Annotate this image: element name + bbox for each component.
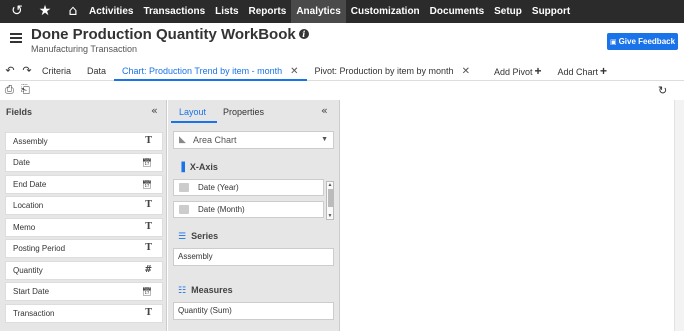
recent-icon[interactable]: ↺ bbox=[6, 0, 28, 23]
scroll-up-icon[interactable]: ▲ bbox=[327, 182, 333, 188]
calendar-icon: 📅︎ bbox=[141, 158, 152, 167]
workbook-tabs-bar: ↶ ↷ Criteria Data Chart: Production Tren… bbox=[0, 61, 684, 81]
redo-icon[interactable]: ↷ bbox=[20, 64, 34, 77]
calendar-icon: 📅︎ bbox=[141, 287, 152, 296]
field-item-start-date[interactable]: Start Date 📅︎ bbox=[5, 282, 163, 301]
xaxis-section-title: ▐ X-Axis bbox=[178, 162, 218, 173]
tab-criteria[interactable]: Criteria bbox=[34, 61, 79, 81]
page-scrollbar[interactable] bbox=[674, 100, 684, 331]
field-item-assembly[interactable]: Assembly T bbox=[5, 132, 163, 151]
number-type-icon: # bbox=[144, 265, 152, 275]
field-item-memo[interactable]: Memo T bbox=[5, 218, 163, 237]
nav-lists[interactable]: Lists bbox=[210, 0, 243, 23]
xaxis-item-date-month[interactable]: Date (Month) bbox=[173, 201, 324, 218]
chart-type-select[interactable]: ◣ Area Chart ▼ bbox=[173, 131, 334, 149]
tab-chart[interactable]: Chart: Production Trend by item - month ✕ bbox=[114, 61, 307, 81]
measures-drop-zone[interactable]: Quantity (Sum) bbox=[173, 302, 334, 320]
calendar-icon: 📅︎ bbox=[141, 180, 152, 189]
measures-section-title: ☷ Measures bbox=[178, 285, 233, 296]
nav-analytics[interactable]: Analytics bbox=[291, 0, 346, 23]
chevron-down-icon: ▼ bbox=[321, 136, 328, 143]
nav-customization[interactable]: Customization bbox=[346, 0, 425, 23]
give-feedback-button[interactable]: ▣ Give Feedback bbox=[607, 33, 678, 50]
add-pivot-button[interactable]: Add Pivot + bbox=[486, 61, 550, 81]
text-type-icon: T bbox=[145, 200, 152, 210]
series-drop-zone[interactable]: Assembly bbox=[173, 248, 334, 266]
collapse-icon[interactable]: « bbox=[321, 104, 328, 117]
tab-layout[interactable]: Layout bbox=[179, 107, 206, 117]
field-item-posting-period[interactable]: Posting Period T bbox=[5, 239, 163, 258]
refresh-icon[interactable]: ↻ bbox=[658, 84, 667, 97]
plus-icon: + bbox=[600, 63, 608, 78]
layout-panel: Layout Properties « ◣ Area Chart ▼ ▐ X-Ax… bbox=[168, 100, 340, 331]
field-item-transaction[interactable]: Transaction T bbox=[5, 304, 163, 323]
plus-icon: + bbox=[534, 63, 542, 78]
area-chart-icon: ◣ bbox=[179, 135, 186, 145]
nav-setup[interactable]: Setup bbox=[489, 0, 527, 23]
collapse-icon[interactable]: « bbox=[151, 104, 158, 117]
active-tab-indicator bbox=[171, 121, 217, 123]
close-icon[interactable]: ✕ bbox=[290, 66, 298, 77]
close-icon[interactable]: ✕ bbox=[462, 66, 470, 77]
xaxis-scrollbar[interactable]: ▲ ▼ bbox=[326, 181, 334, 220]
home-icon[interactable]: ⌂ bbox=[62, 0, 84, 23]
add-chart-button[interactable]: Add Chart + bbox=[550, 61, 616, 81]
text-type-icon: T bbox=[145, 222, 152, 232]
top-navigation-bar: ↺ ★ ⌂ Activities Transactions Lists Repo… bbox=[0, 0, 684, 23]
scroll-down-icon[interactable]: ▼ bbox=[327, 213, 333, 219]
bar-chart-icon: ▐ bbox=[178, 163, 185, 173]
measures-icon: ☷ bbox=[178, 286, 187, 296]
nav-documents[interactable]: Documents bbox=[425, 0, 489, 23]
scroll-thumb[interactable] bbox=[328, 189, 333, 207]
field-item-quantity[interactable]: Quantity # bbox=[5, 261, 163, 280]
text-type-icon: T bbox=[145, 243, 152, 253]
tab-properties[interactable]: Properties bbox=[223, 107, 264, 117]
text-type-icon: T bbox=[145, 136, 152, 146]
field-item-location[interactable]: Location T bbox=[5, 196, 163, 215]
secondary-toolbar: ⎙ ⎗ bbox=[0, 82, 684, 100]
nav-reports[interactable]: Reports bbox=[244, 0, 292, 23]
series-section-title: ☰ Series bbox=[178, 231, 219, 242]
nav-support[interactable]: Support bbox=[527, 0, 575, 23]
fields-panel-title: Fields bbox=[6, 107, 33, 117]
list-icon: ☰ bbox=[178, 232, 187, 242]
chart-canvas bbox=[341, 100, 684, 331]
text-type-icon: T bbox=[145, 308, 152, 318]
tab-data[interactable]: Data bbox=[79, 61, 114, 81]
nav-transactions[interactable]: Transactions bbox=[138, 0, 210, 23]
undo-icon[interactable]: ↶ bbox=[3, 64, 17, 77]
xaxis-item-date-year[interactable]: Date (Year) bbox=[173, 179, 324, 196]
tab-pivot[interactable]: Pivot: Production by item by month ✕ bbox=[307, 61, 478, 81]
export-icon[interactable]: ⎗ bbox=[21, 83, 30, 97]
field-item-end-date[interactable]: End Date 📅︎ bbox=[5, 175, 163, 194]
chat-icon: ▣ bbox=[609, 37, 617, 46]
star-icon[interactable]: ★ bbox=[34, 0, 56, 23]
drag-handle-icon[interactable] bbox=[179, 205, 189, 214]
field-item-date[interactable]: Date 📅︎ bbox=[5, 153, 163, 172]
nav-activities[interactable]: Activities bbox=[84, 0, 138, 23]
menu-icon[interactable] bbox=[10, 33, 22, 43]
page-header: Done Production Quantity WorkBook i Manuf… bbox=[0, 23, 684, 59]
drag-handle-icon[interactable] bbox=[179, 183, 189, 192]
print-icon[interactable]: ⎙ bbox=[5, 83, 14, 97]
fields-panel: Fields « Assembly T Date 📅︎ End Date 📅︎ Loc… bbox=[0, 100, 167, 331]
page-subtitle: Manufacturing Transaction bbox=[31, 44, 138, 54]
info-icon[interactable]: i bbox=[298, 29, 309, 39]
page-title: Done Production Quantity WorkBook i bbox=[31, 26, 309, 43]
